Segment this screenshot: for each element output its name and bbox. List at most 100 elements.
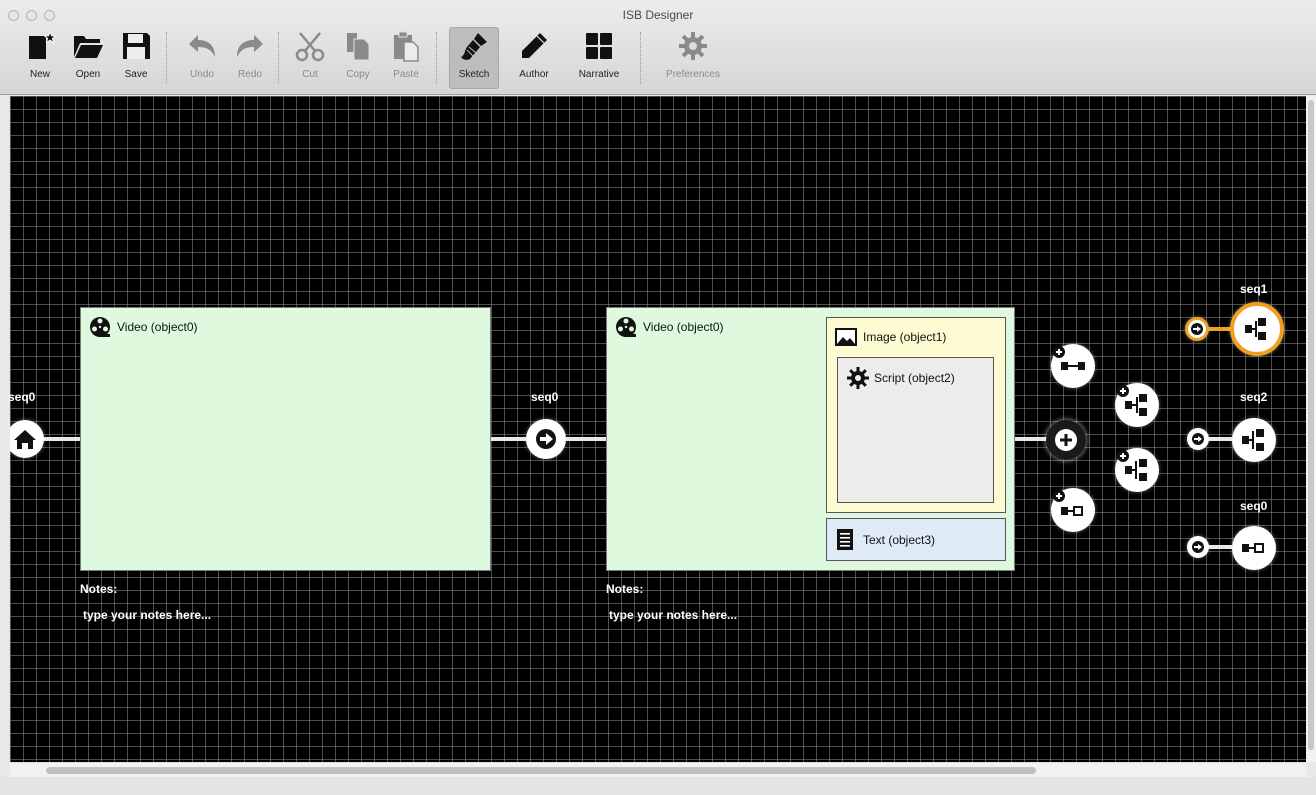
add-linear-sequence-button[interactable] <box>1051 344 1095 388</box>
narrative-mode-button[interactable]: Narrative <box>571 30 627 90</box>
parallel-icon <box>1242 429 1264 451</box>
connection-line <box>1206 545 1232 549</box>
sequence-node-selected[interactable] <box>1230 302 1284 356</box>
notes-title: Notes: <box>606 582 644 596</box>
arrow-right-circle-icon <box>1191 323 1203 335</box>
sequence-input-port[interactable] <box>1187 536 1209 558</box>
sketch-mode-button[interactable]: Sketch <box>449 27 499 89</box>
copy-icon <box>347 33 370 61</box>
text-object[interactable]: Text (object3) <box>826 518 1006 561</box>
notes-field[interactable]: type your notes here... <box>609 608 737 622</box>
new-label: New <box>29 69 50 80</box>
sequence-label: seq2 <box>1240 390 1268 404</box>
add-end-sequence-button[interactable] <box>1051 488 1095 532</box>
add-branch-sequence-button[interactable] <box>1115 383 1159 427</box>
cut-label: Cut <box>302 69 318 80</box>
author-label: Author <box>519 69 549 80</box>
branch-icon <box>1245 318 1266 340</box>
add-parallel-icon <box>1117 450 1147 481</box>
gear-icon <box>847 367 869 389</box>
copy-button[interactable]: Copy <box>342 30 374 90</box>
new-file-icon <box>29 30 57 59</box>
sequence-label: seq0 <box>1240 499 1268 513</box>
undo-button[interactable]: Undo <box>184 30 220 90</box>
toolbar-separator <box>436 32 437 84</box>
new-button[interactable]: New <box>26 30 57 90</box>
clipboard-icon <box>394 31 419 62</box>
film-reel-icon <box>90 317 110 337</box>
add-node-button[interactable] <box>1046 420 1086 460</box>
toolbar: ISB Designer New Open Save Undo Redo Cut… <box>0 0 1316 95</box>
home-icon <box>14 430 36 449</box>
add-linear-icon <box>1053 346 1085 370</box>
arrow-right-circle-icon <box>1192 433 1204 445</box>
toolbar-separator <box>166 32 167 84</box>
redo-button[interactable]: Redo <box>232 30 268 90</box>
sequence-input-port[interactable] <box>1185 317 1209 341</box>
paste-label: Paste <box>393 69 419 80</box>
plus-circle-icon <box>1055 429 1077 451</box>
notes-title: Notes: <box>80 582 118 596</box>
vertical-scrollbar[interactable] <box>1306 96 1316 762</box>
image-object[interactable]: Image (object1) Script (object2) <box>826 317 1006 513</box>
video-object-label: Video (object0) <box>117 320 198 334</box>
sequence-label: seq1 <box>1240 282 1268 296</box>
paintbrush-icon <box>461 33 487 60</box>
video-object-label: Video (object0) <box>643 320 724 334</box>
copy-label: Copy <box>346 69 370 80</box>
scene-composite[interactable]: Video (object0) Image (object1) Script (… <box>606 307 1015 571</box>
arrow-right-circle-icon <box>1192 541 1204 553</box>
add-end-icon <box>1053 490 1083 516</box>
open-label: Open <box>75 69 101 80</box>
paste-button[interactable]: Paste <box>388 30 424 90</box>
open-button[interactable]: Open <box>70 30 106 90</box>
preferences-button[interactable]: Preferences <box>656 30 730 90</box>
horizontal-scrollbar[interactable] <box>10 762 1306 777</box>
sequence-node[interactable] <box>1232 526 1276 570</box>
sequence-label: seq0 <box>531 390 559 404</box>
add-parallel-sequence-button[interactable] <box>1115 448 1159 492</box>
sequence-input-port[interactable] <box>1187 428 1209 450</box>
picture-icon <box>835 328 857 346</box>
undo-label: Undo <box>190 69 214 80</box>
end-sequence-icon <box>1242 543 1264 553</box>
arrow-right-circle-icon <box>536 429 556 449</box>
script-object-label: Script (object2) <box>874 371 955 385</box>
window-title: ISB Designer <box>622 8 694 22</box>
gear-icon <box>679 32 707 60</box>
connection-line <box>1206 437 1232 441</box>
folder-icon <box>74 36 103 58</box>
save-button[interactable]: Save <box>120 30 152 90</box>
design-canvas[interactable]: seq0 Video (object0) Notes: type your no… <box>10 96 1306 762</box>
sequence-label: seq0 <box>10 390 36 404</box>
app-window: ISB Designer New Open Save Undo Redo Cut… <box>0 0 1316 795</box>
add-branch-icon <box>1117 385 1147 416</box>
redo-label: Redo <box>238 69 262 80</box>
author-mode-button[interactable]: Author <box>512 30 556 90</box>
script-object[interactable]: Script (object2) <box>837 357 994 503</box>
document-icon <box>837 529 853 550</box>
connection-line <box>40 437 80 441</box>
scissors-icon <box>295 32 325 62</box>
text-object-label: Text (object3) <box>863 533 936 547</box>
notes-field[interactable]: type your notes here... <box>83 608 211 622</box>
image-object-label: Image (object1) <box>863 330 947 344</box>
next-node[interactable] <box>526 419 566 459</box>
redo-icon <box>237 35 263 57</box>
horizontal-scroll-thumb[interactable] <box>46 767 1036 774</box>
start-node[interactable] <box>10 420 44 458</box>
cut-button[interactable]: Cut <box>292 30 328 90</box>
connection-line <box>490 437 526 441</box>
scene-video[interactable]: Video (object0) <box>80 307 491 571</box>
connection-line-selected <box>1206 327 1232 331</box>
sequence-node[interactable] <box>1232 418 1276 462</box>
toolbar-separator <box>278 32 279 84</box>
pencil-icon <box>522 33 547 58</box>
undo-icon <box>189 35 215 57</box>
grid-icon <box>586 33 612 59</box>
toolbar-separator <box>640 32 641 84</box>
save-label: Save <box>124 69 148 80</box>
vertical-scroll-thumb[interactable] <box>1308 100 1314 750</box>
connection-line <box>566 437 606 441</box>
film-reel-icon <box>616 317 636 337</box>
